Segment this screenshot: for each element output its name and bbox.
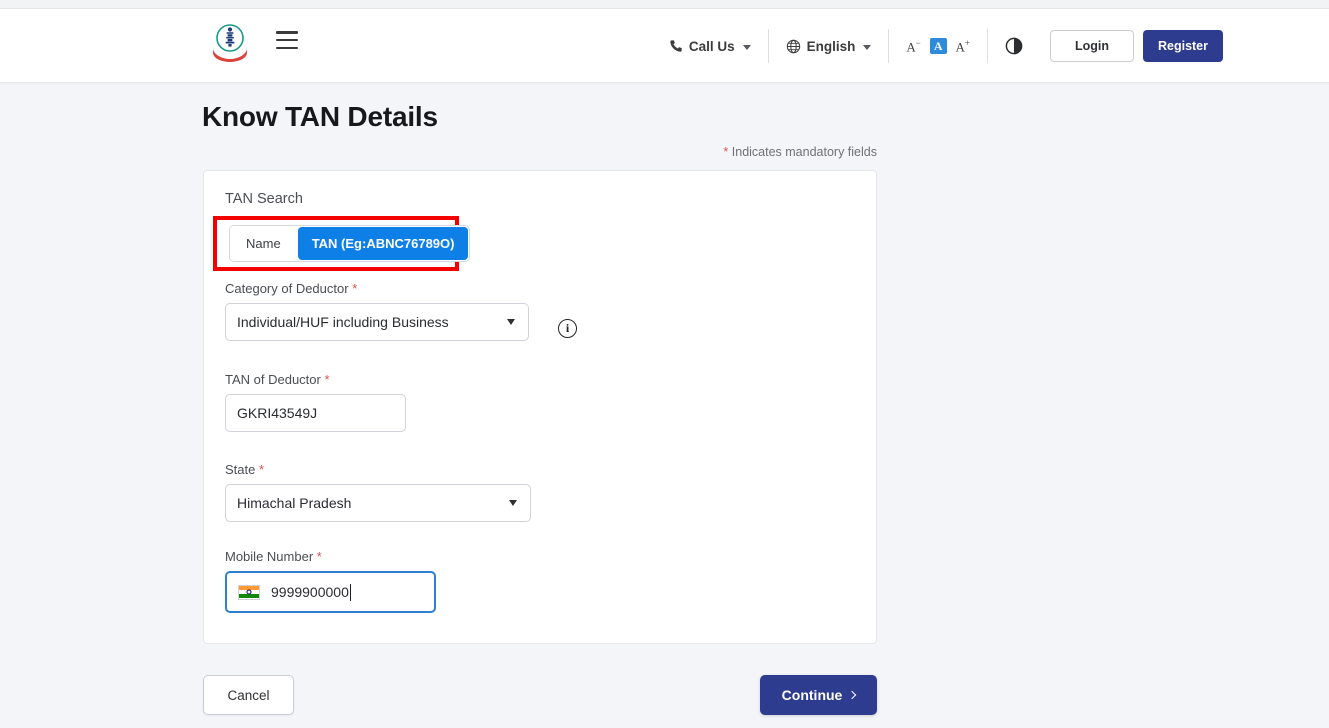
required-marker: * [259, 462, 264, 477]
font-normal-button[interactable]: A [930, 38, 947, 54]
font-size-controls: A− A A+ [889, 38, 987, 54]
chevron-down-icon [863, 45, 871, 50]
search-type-toggle: Name TAN (Eg:ABNC76789O) [229, 225, 470, 262]
tan-input[interactable]: GKRI43549J [225, 394, 406, 432]
page-title: Know TAN Details [202, 101, 438, 133]
required-marker: * [317, 549, 322, 564]
phone-icon [669, 39, 683, 53]
hamburger-menu-icon[interactable] [276, 31, 298, 49]
tan-search-card: TAN Search Name TAN (Eg:ABNC76789O) Cate… [203, 170, 877, 644]
mobile-input[interactable]: 9999900000 [225, 571, 436, 613]
header-actions: Call Us English A− A A+ [652, 9, 1223, 83]
register-button[interactable]: Register [1143, 30, 1223, 62]
contrast-icon [1005, 37, 1023, 55]
language-label: English [807, 39, 856, 54]
income-tax-logo[interactable] [208, 21, 252, 63]
india-flag-icon [238, 585, 260, 600]
tab-name[interactable]: Name [230, 226, 297, 261]
chevron-down-icon [509, 500, 517, 506]
state-label: State * [225, 462, 645, 477]
cancel-button[interactable]: Cancel [203, 675, 294, 715]
call-us-dropdown[interactable]: Call Us [652, 39, 768, 54]
state-value: Himachal Pradesh [237, 495, 351, 511]
chevron-down-icon [507, 319, 515, 325]
category-select[interactable]: Individual/HUF including Business [225, 303, 529, 341]
text-cursor [350, 584, 351, 601]
globe-icon [786, 39, 801, 54]
site-header: Call Us English A− A A+ [0, 9, 1329, 83]
field-mobile-number: Mobile Number * 9999900000 [225, 549, 645, 613]
font-increase-button[interactable]: A+ [956, 39, 970, 53]
required-marker: * [324, 372, 329, 387]
emblem-icon [209, 22, 251, 62]
language-dropdown[interactable]: English [769, 39, 889, 54]
continue-label: Continue [782, 687, 843, 703]
field-state: State * Himachal Pradesh [225, 462, 645, 522]
chevron-down-icon [743, 45, 751, 50]
category-value: Individual/HUF including Business [237, 314, 449, 330]
field-tan-of-deductor: TAN of Deductor * GKRI43549J [225, 372, 645, 432]
continue-button[interactable]: Continue [760, 675, 877, 715]
tan-value: GKRI43549J [237, 405, 317, 421]
font-decrease-button[interactable]: A− [906, 39, 920, 53]
field-category-of-deductor: Category of Deductor * Individual/HUF in… [225, 281, 645, 341]
contrast-toggle[interactable] [988, 37, 1040, 55]
call-us-label: Call Us [689, 39, 735, 54]
mobile-label: Mobile Number * [225, 549, 645, 564]
category-label: Category of Deductor * [225, 281, 645, 296]
mandatory-fields-note: * Indicates mandatory fields [723, 145, 877, 159]
tan-label: TAN of Deductor * [225, 372, 645, 387]
category-info-icon[interactable]: i [558, 319, 577, 338]
login-button[interactable]: Login [1050, 30, 1134, 62]
page-root: Call Us English A− A A+ [0, 0, 1329, 728]
tan-search-label: TAN Search [225, 191, 303, 207]
chevron-right-icon [848, 690, 856, 698]
mobile-value: 9999900000 [271, 584, 349, 600]
mandatory-text: Indicates mandatory fields [728, 145, 877, 159]
required-marker: * [352, 281, 357, 296]
browser-chrome-strip [0, 0, 1329, 9]
tab-tan[interactable]: TAN (Eg:ABNC76789O) [298, 227, 469, 260]
state-select[interactable]: Himachal Pradesh [225, 484, 531, 522]
